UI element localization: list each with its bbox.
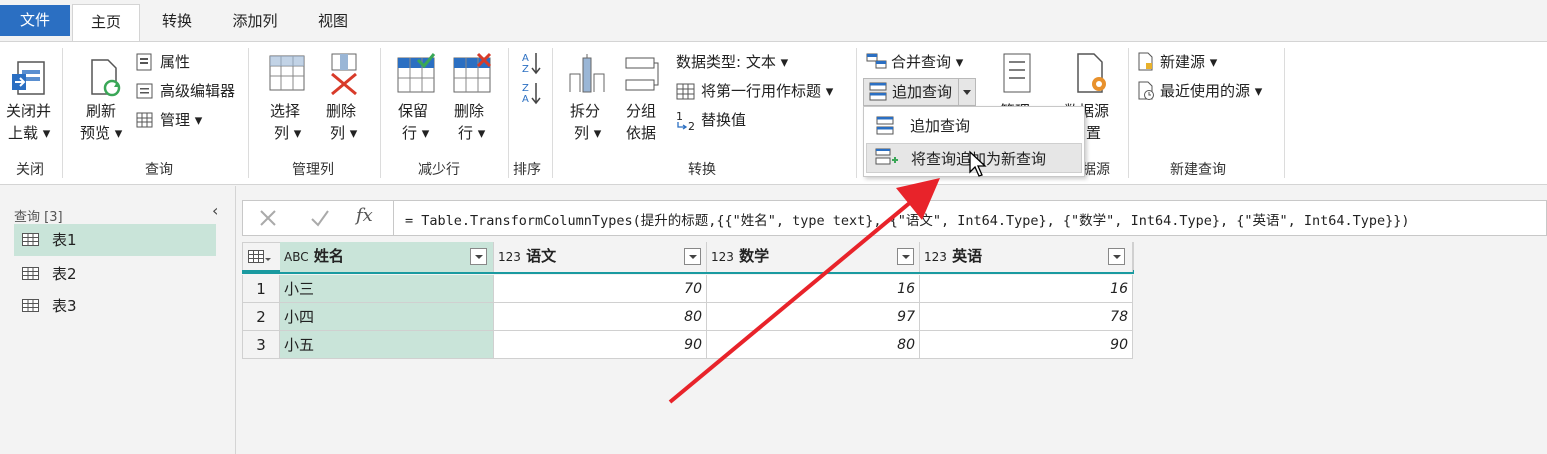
power-query-editor: 文件 主页 转换 添加列 视图 关闭并 上载 ▾ 关闭 刷新 预览 ▾ 属性 高… (0, 0, 1547, 454)
mouse-cursor-icon (969, 150, 987, 177)
annotation-arrow (668, 178, 940, 404)
